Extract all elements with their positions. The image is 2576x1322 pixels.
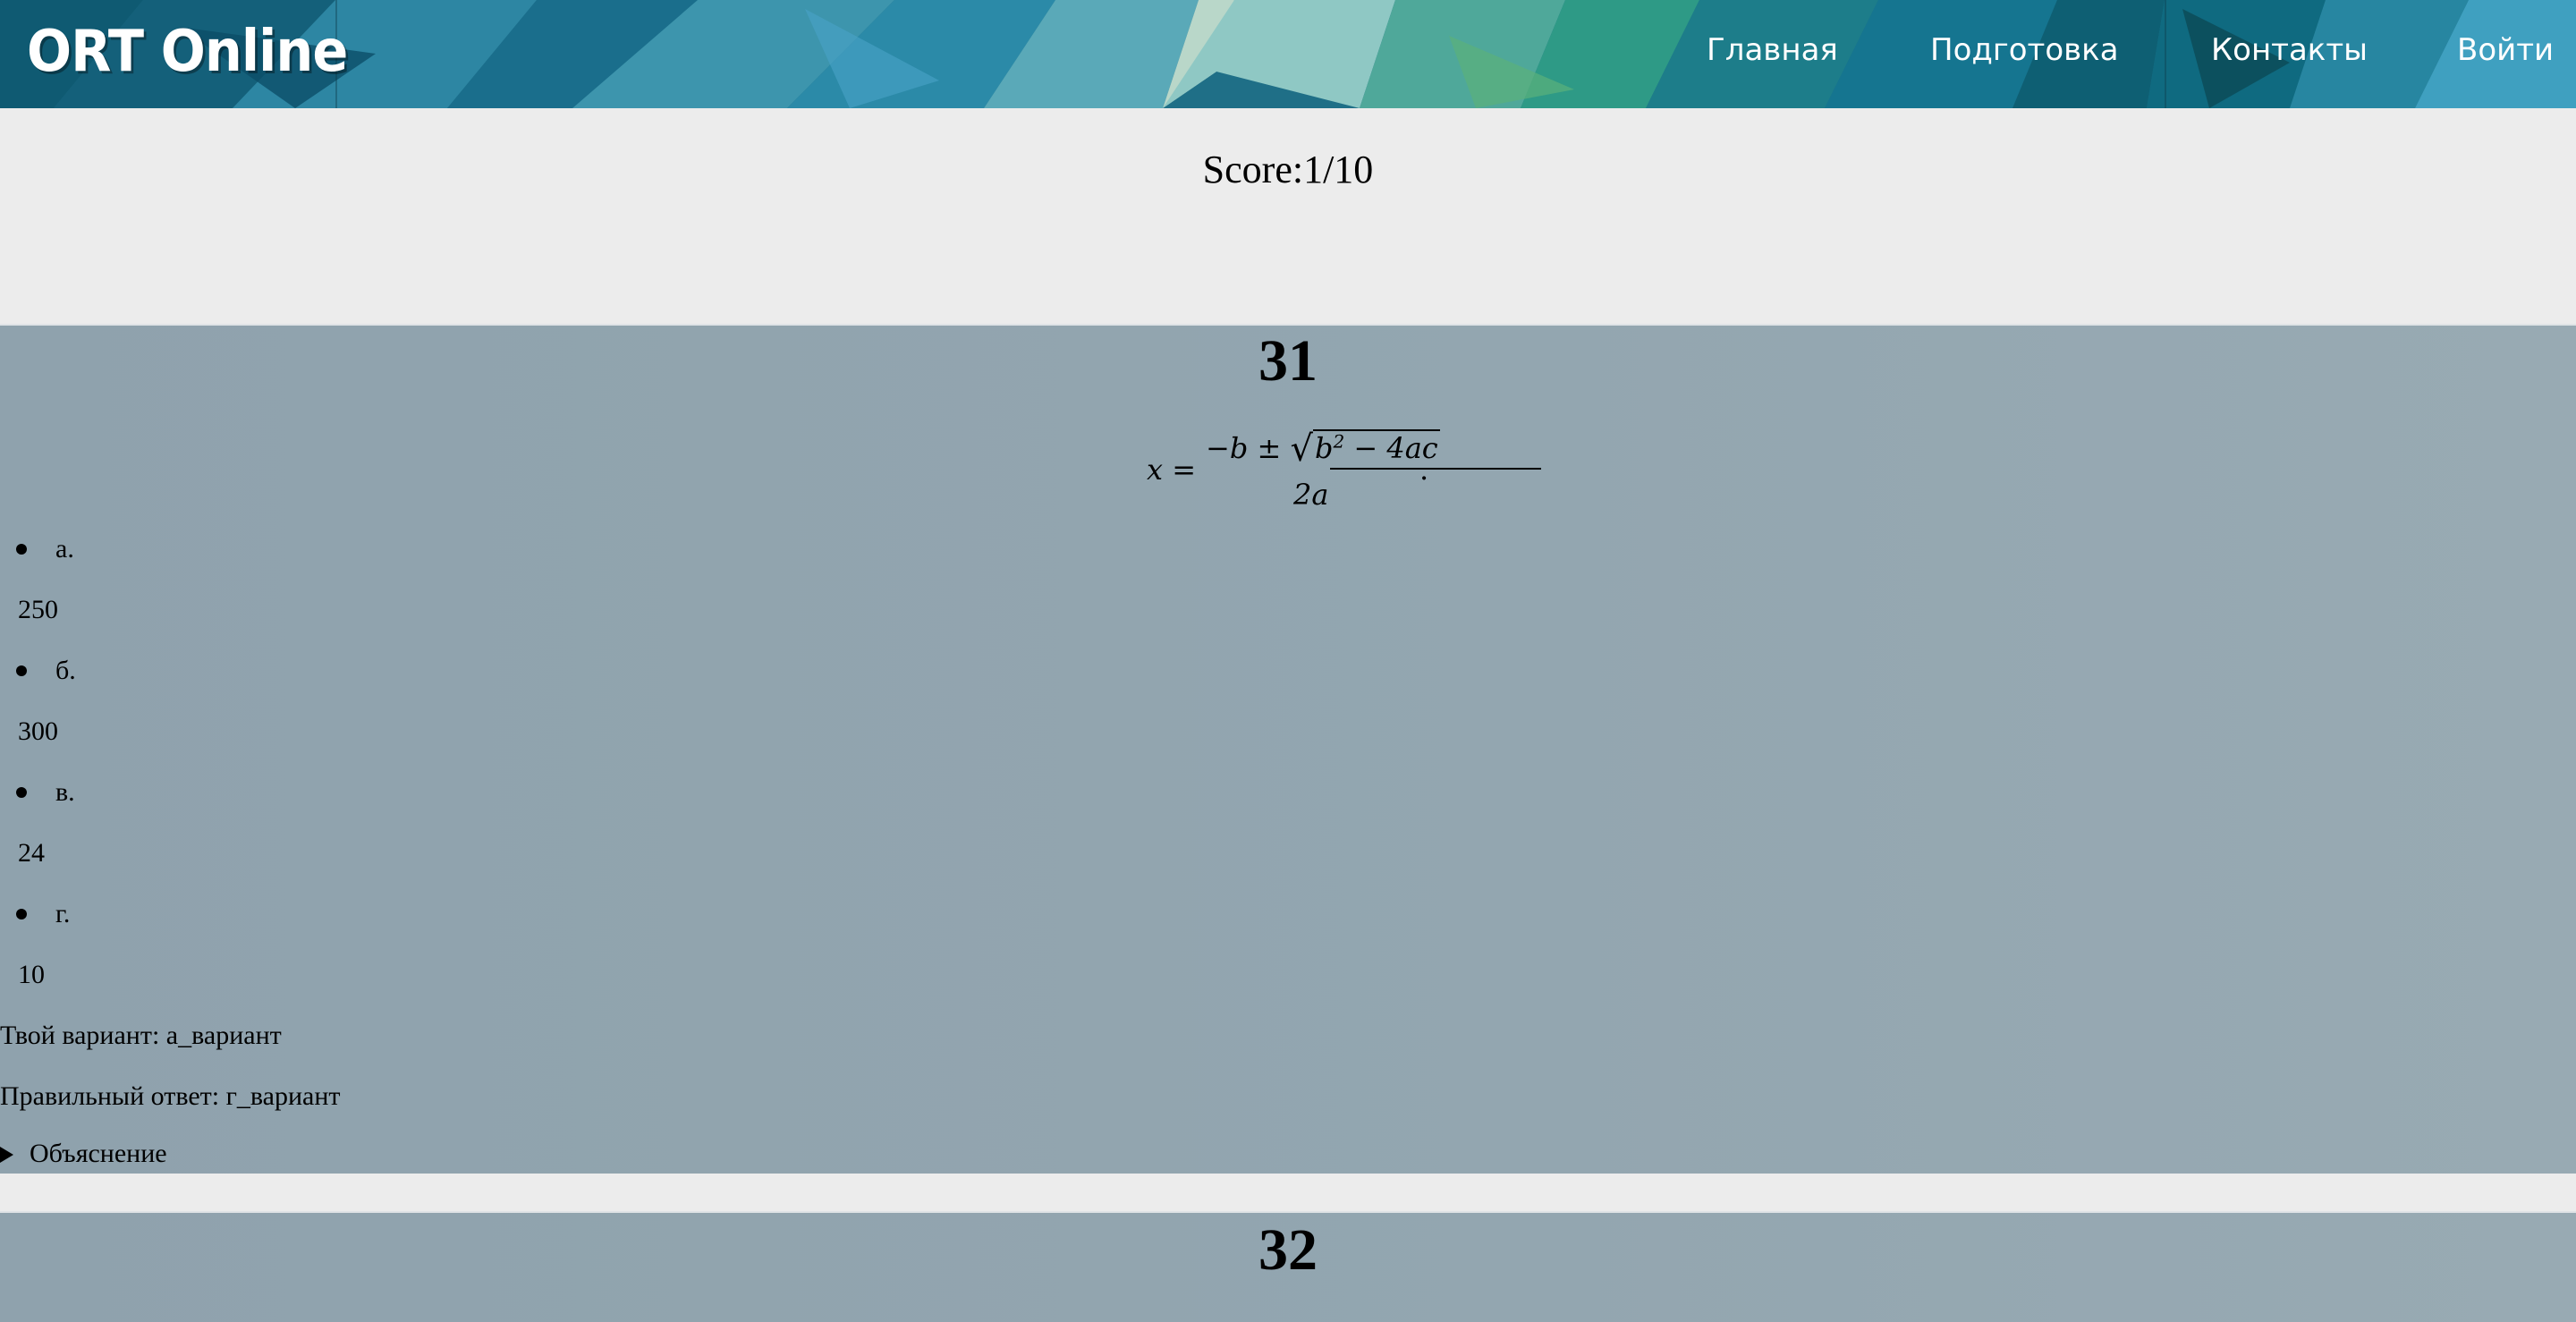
formula-period: . — [1419, 453, 1429, 487]
bullet-icon — [16, 787, 27, 798]
site-logo[interactable]: ORT Online — [27, 7, 348, 97]
explanation-label: Объяснение — [30, 1139, 167, 1168]
question-number: 32 — [1258, 1217, 1318, 1283]
option-value: 300 — [18, 716, 58, 746]
bullet-icon — [16, 665, 27, 676]
formula-denominator: 2a — [1293, 478, 1329, 512]
nav-preparation[interactable]: Подготовка — [1930, 0, 2119, 100]
option-value: 24 — [18, 838, 45, 868]
radicand-b: b — [1314, 431, 1334, 465]
your-answer: Твой вариант: а_вариант — [0, 1021, 282, 1050]
radical-sign-icon: √ — [1290, 428, 1313, 470]
correct-answer: Правильный ответ: г_вариант — [0, 1081, 341, 1111]
bullet-icon — [16, 909, 27, 919]
option-label[interactable]: г. — [55, 896, 70, 932]
option-label[interactable]: б. — [55, 653, 76, 689]
numerator-prefix: −b ± — [1206, 431, 1291, 465]
score-display: Score:1/10 — [1202, 148, 1374, 191]
site-header: ORT Online Главная Подготовка Контакты В… — [0, 0, 2576, 108]
radicand-exponent: 2 — [1333, 430, 1345, 453]
fraction-bar — [1330, 468, 1541, 470]
question-formula: x = −b ± √b2 − 4ac 2a . — [1147, 426, 1541, 524]
explanation-toggle[interactable]: Объяснение — [0, 1136, 167, 1172]
formula-lhs: x = — [1147, 453, 1197, 487]
question-card: 32 — [0, 1211, 2576, 1322]
question-card: 31 x = −b ± √b2 − 4ac 2a . а. 250 б. 300… — [0, 324, 2576, 1174]
disclosure-triangle-icon — [0, 1147, 13, 1163]
square-root: √b2 − 4ac — [1290, 426, 1440, 470]
bullet-icon — [16, 544, 27, 555]
header-background-pattern — [0, 0, 2576, 108]
nav-login[interactable]: Войти — [2457, 0, 2554, 100]
nav-home[interactable]: Главная — [1707, 0, 1838, 100]
option-value: 10 — [18, 960, 45, 989]
option-label[interactable]: а. — [55, 531, 74, 567]
option-label[interactable]: в. — [55, 775, 75, 810]
option-value: 250 — [18, 595, 58, 624]
formula-numerator: −b ± √b2 − 4ac — [1206, 426, 1440, 470]
nav-contacts[interactable]: Контакты — [2211, 0, 2368, 100]
question-number: 31 — [1258, 328, 1318, 394]
